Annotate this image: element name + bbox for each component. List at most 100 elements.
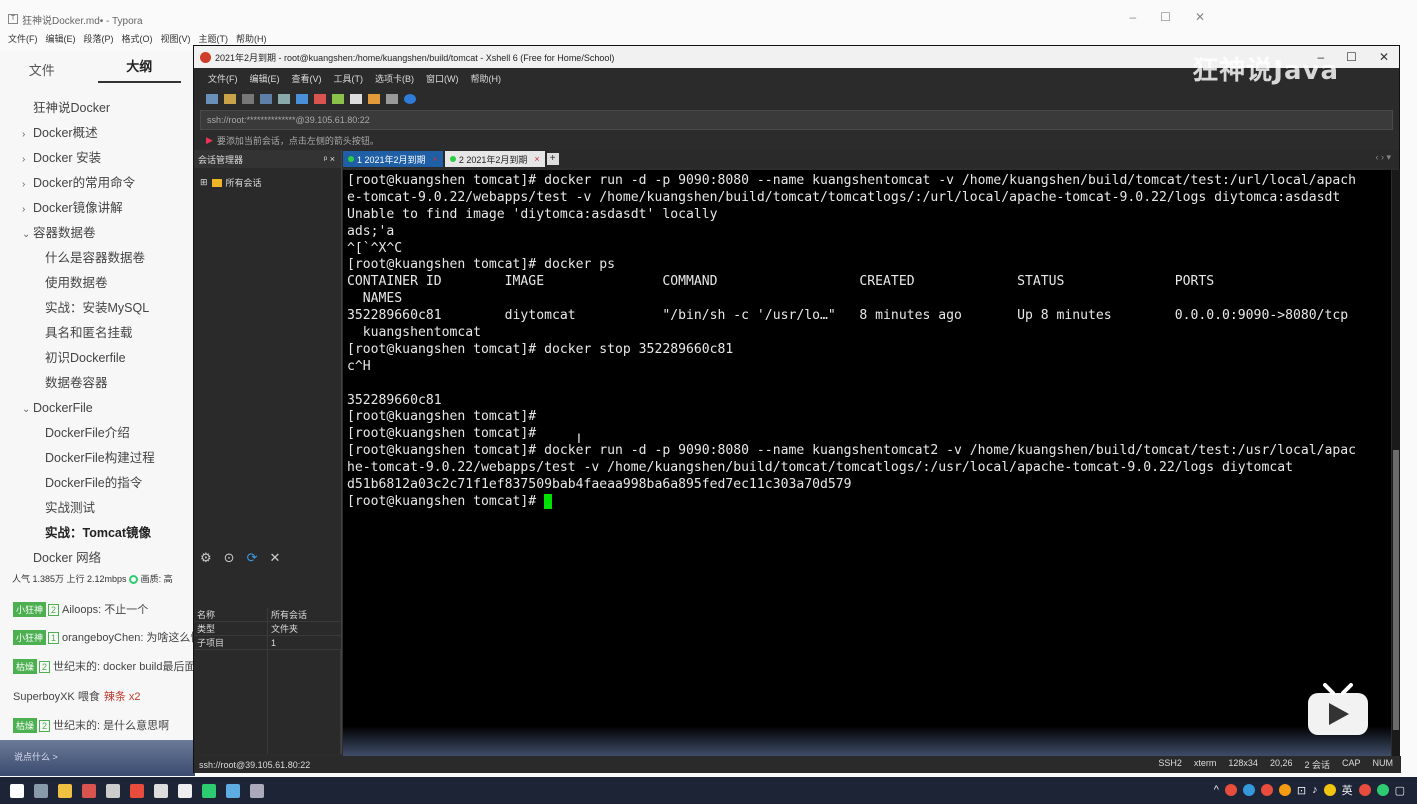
settings-icon[interactable]: ⚙ [200, 550, 212, 566]
app-icon[interactable] [178, 783, 192, 798]
tab-session-2[interactable]: 2 2021年2月到期 × [444, 151, 545, 167]
tray-app-icon[interactable] [1224, 784, 1237, 796]
expand-icon[interactable]: ⊞ [200, 177, 208, 188]
compose-icon[interactable] [296, 94, 308, 104]
maximize-button[interactable]: ☐ [1160, 10, 1171, 24]
typora-taskbar-icon[interactable] [106, 783, 120, 798]
outline-item[interactable]: DockerFile构建过程 [0, 446, 195, 471]
outline-item-label: DockerFile构建过程 [45, 451, 155, 465]
terminal-scrollbar[interactable] [1392, 170, 1400, 756]
layout-icon[interactable] [386, 94, 398, 104]
xs-menu-edit[interactable]: 编辑(E) [250, 72, 280, 85]
outline-item[interactable]: 数据卷容器 [0, 371, 195, 396]
menu-format[interactable]: 格式(O) [122, 32, 153, 46]
app-icon[interactable] [250, 783, 264, 798]
tray-app-icon[interactable] [1358, 784, 1371, 796]
session-tree-item[interactable]: ⊞ 所有会话 [194, 168, 341, 197]
chevron-icon: › [22, 154, 26, 165]
app-icon[interactable] [154, 783, 168, 798]
outline-item[interactable]: DockerFile介绍 [0, 421, 195, 446]
menu-view[interactable]: 视图(V) [161, 32, 191, 46]
terminal-line: [root@kuangshen tomcat]# docker run -d -… [347, 173, 1357, 188]
xs-menu-window[interactable]: 窗口(W) [426, 72, 459, 85]
refresh-icon[interactable]: ⟳ [247, 550, 258, 566]
outline-item[interactable]: › Docker的常用命令 [0, 171, 195, 196]
xs-menu-view[interactable]: 查看(V) [292, 72, 322, 85]
xshell-close-button[interactable]: ✕ [1379, 50, 1389, 64]
outline-item[interactable]: Docker 网络 [0, 546, 195, 571]
outline-item[interactable]: › Docker概述 [0, 121, 195, 146]
close-icon[interactable]: ✕ [269, 550, 280, 566]
bookmark-icon[interactable]: ▶ [206, 135, 213, 146]
outline-item[interactable]: 初识Dockerfile [0, 346, 195, 371]
tab-files[interactable]: 文件 [0, 60, 84, 79]
outline-item[interactable]: › Docker镜像讲解 [0, 196, 195, 221]
chevron-icon: › [22, 129, 26, 140]
xs-menu-help[interactable]: 帮助(H) [471, 72, 502, 85]
notification-icon[interactable]: ▢ [1395, 784, 1405, 797]
outline-item[interactable]: 实战测试 [0, 496, 195, 521]
xshell-taskbar-icon[interactable] [82, 783, 96, 798]
xshell-maximize-button[interactable]: ☐ [1346, 50, 1357, 64]
disconnect-icon[interactable] [242, 94, 254, 104]
lock-icon[interactable] [350, 94, 362, 104]
menu-file[interactable]: 文件(F) [8, 32, 38, 46]
new-session-icon[interactable] [206, 94, 218, 104]
find-icon[interactable] [278, 94, 290, 104]
outline-item[interactable]: 实战：安装MySQL [0, 296, 195, 321]
app-icon[interactable] [226, 783, 240, 798]
outline-item[interactable]: ⌄ 容器数据卷 [0, 221, 195, 246]
task-view-icon[interactable] [34, 783, 48, 798]
minimize-button[interactable]: – [1129, 10, 1136, 24]
ime-indicator[interactable]: 英 [1342, 782, 1353, 798]
app-icon[interactable] [202, 783, 216, 798]
outline-item[interactable]: 狂神说Docker [0, 96, 195, 121]
xs-menu-file[interactable]: 文件(F) [208, 72, 238, 85]
menu-theme[interactable]: 主题(T) [199, 32, 229, 46]
terminal-output[interactable]: [root@kuangshen tomcat]# docker run -d -… [343, 170, 1391, 756]
outline-item[interactable]: DockerFile的指令 [0, 471, 195, 496]
start-icon[interactable] [10, 783, 24, 798]
new-tab-button[interactable]: + [546, 153, 559, 165]
xshell-minimize-button[interactable]: – [1317, 50, 1324, 64]
menu-edit[interactable]: 编辑(E) [46, 32, 76, 46]
pin-icon[interactable]: ᵖ [324, 154, 327, 164]
tab-close-icon[interactable]: × [534, 154, 539, 164]
outline-item[interactable]: › Docker 安装 [0, 146, 195, 171]
xftp-icon[interactable] [314, 94, 326, 104]
outline-item[interactable]: 具名和匿名挂载 [0, 321, 195, 346]
outline-item[interactable]: 实战：Tomcat镜像 [0, 521, 195, 546]
xs-menu-tabs[interactable]: 选项卡(B) [375, 72, 414, 85]
address-bar[interactable]: ssh://root:**************@39.105.61.80:2… [200, 110, 1393, 130]
app-icon[interactable] [130, 783, 144, 798]
tab-session-1[interactable]: 1 2021年2月到期 × [343, 151, 443, 167]
tab-nav[interactable]: ‹ › ▾ [1375, 152, 1391, 163]
outline-item[interactable]: 使用数据卷 [0, 271, 195, 296]
open-folder-icon[interactable] [224, 94, 236, 104]
fullscreen-icon[interactable] [332, 94, 344, 104]
comment-input-strip[interactable]: 说点什么 > [0, 740, 195, 776]
menu-paragraph[interactable]: 段落(P) [84, 32, 114, 46]
tab-close-icon[interactable]: × [433, 154, 438, 164]
outline-item[interactable]: 什么是容器数据卷 [0, 246, 195, 271]
tray-app-icon[interactable] [1260, 784, 1273, 796]
tray-app-icon[interactable] [1376, 784, 1389, 796]
help-icon[interactable] [404, 94, 416, 104]
xs-menu-tools[interactable]: 工具(T) [334, 72, 364, 85]
properties-icon[interactable] [260, 94, 272, 104]
unlock-icon[interactable]: ⊙ [224, 550, 235, 566]
outline-item[interactable]: ⌄ DockerFile [0, 396, 195, 421]
panel-close-icon[interactable]: × [330, 154, 335, 164]
scrollbar-thumb[interactable] [1393, 450, 1399, 730]
tray-app-icon[interactable] [1242, 784, 1255, 796]
tray-app-icon[interactable] [1323, 784, 1336, 796]
close-button[interactable]: ✕ [1195, 10, 1205, 24]
tab-outline[interactable]: 大纲 [97, 56, 181, 83]
tray-app-icon[interactable] [1278, 784, 1291, 796]
script-icon[interactable] [368, 94, 380, 104]
volume-icon[interactable]: ♪ [1312, 784, 1318, 796]
menu-help[interactable]: 帮助(H) [236, 32, 267, 46]
tray-expand-icon[interactable]: ^ [1214, 784, 1219, 796]
explorer-icon[interactable] [58, 783, 72, 798]
network-icon[interactable]: ⊡ [1297, 784, 1306, 797]
